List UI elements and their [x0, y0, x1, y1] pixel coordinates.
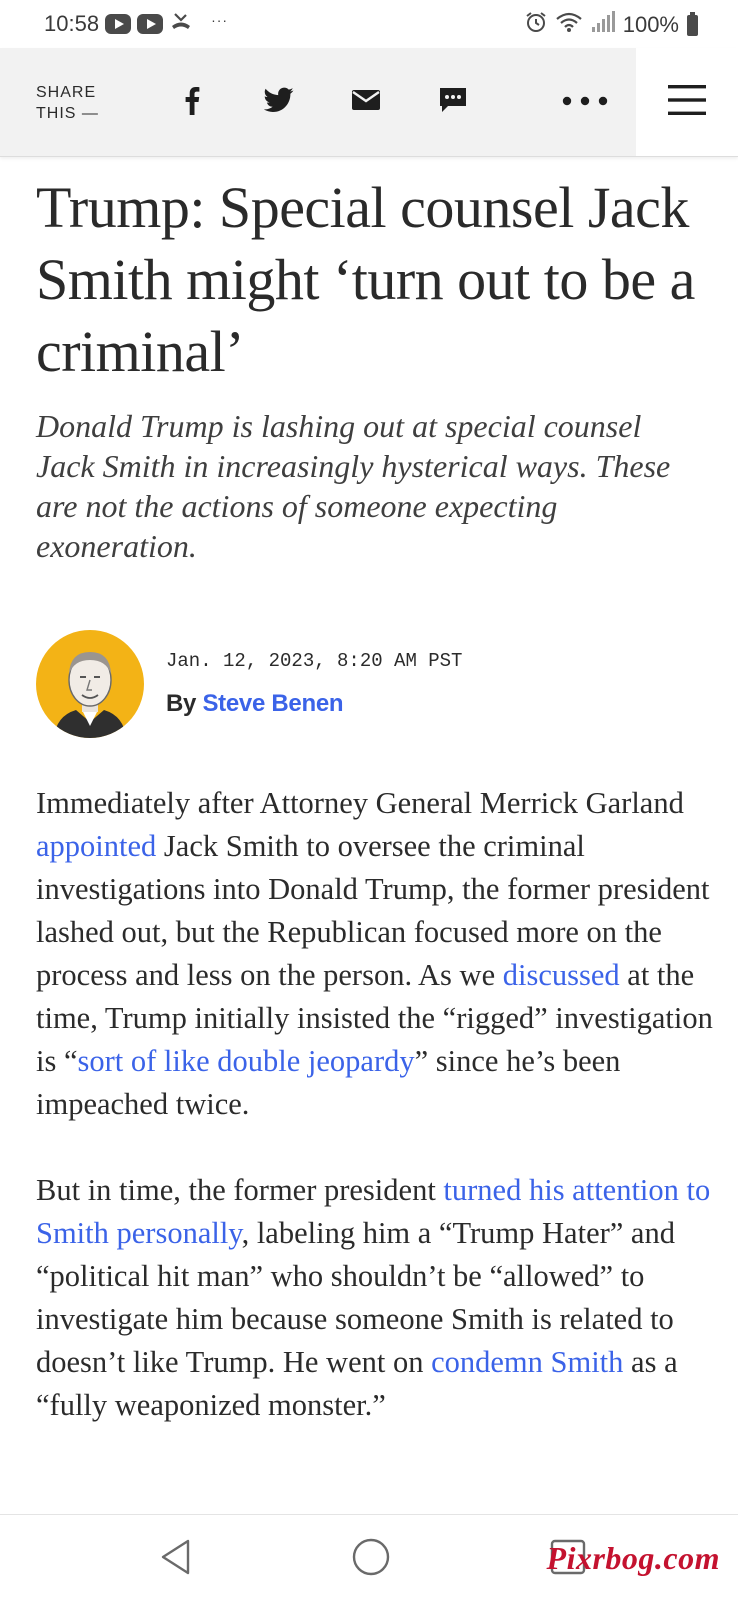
missed-call-icon — [169, 11, 193, 37]
signal-icon — [591, 11, 615, 39]
facebook-share-button[interactable] — [172, 82, 212, 122]
battery-percent: 100% — [622, 12, 679, 37]
email-icon — [351, 89, 381, 116]
share-this-label: SHARE THIS — — [36, 82, 126, 124]
author-line: By Steve Benen — [166, 690, 344, 718]
status-bar: 10:58 ··· 100% — [0, 0, 738, 48]
email-share-button[interactable] — [346, 82, 386, 122]
back-button[interactable] — [152, 1535, 200, 1583]
twitter-share-button[interactable] — [259, 82, 299, 122]
youtube-icon — [137, 14, 164, 34]
article-timestamp: Jan. 12, 2023, 8:20 AM PST — [166, 650, 463, 672]
facebook-icon — [183, 85, 201, 120]
status-time: 10:58 — [44, 11, 100, 36]
alarm-icon — [525, 11, 547, 39]
notification-more-icon: ··· — [211, 12, 229, 28]
article-dek: Donald Trump is lashing out at special c… — [36, 408, 671, 564]
author-avatar[interactable] — [36, 630, 144, 738]
menu-button[interactable] — [636, 48, 738, 156]
author-link[interactable]: Steve Benen — [202, 690, 343, 717]
menu-icon — [668, 84, 706, 121]
link-discussed[interactable]: discussed — [503, 958, 620, 992]
p2-text-1: But in time, the former president — [36, 1173, 444, 1207]
link-condemn-smith[interactable]: condemn Smith — [431, 1345, 623, 1379]
article-body: Immediately after Attorney General Merri… — [36, 782, 716, 1470]
article-headline: Trump: Special counsel Jack Smith might … — [36, 175, 695, 384]
status-left: 10:58 ··· — [44, 11, 228, 37]
status-right: 100% — [525, 11, 698, 39]
paragraph-1: Immediately after Attorney General Merri… — [36, 782, 716, 1126]
sms-icon — [438, 85, 468, 120]
more-icon — [562, 93, 608, 111]
by-prefix: By — [166, 690, 197, 717]
sms-share-button[interactable] — [433, 82, 473, 122]
link-double-jeopardy[interactable]: sort of like double jeopardy — [78, 1044, 415, 1078]
twitter-icon — [263, 87, 294, 118]
share-label-line1: SHARE — [36, 84, 97, 101]
wifi-icon — [555, 11, 583, 39]
byline: Jan. 12, 2023, 8:20 AM PST By Steve Bene… — [36, 630, 696, 740]
link-appointed[interactable]: appointed — [36, 829, 156, 863]
watermark-text: Pixrbog.com — [546, 1540, 720, 1576]
home-button[interactable] — [347, 1535, 395, 1583]
back-icon — [158, 1538, 194, 1581]
home-icon — [351, 1537, 391, 1582]
p1-text-1: Immediately after Attorney General Merri… — [36, 786, 684, 820]
battery-icon — [687, 11, 698, 36]
share-bar: SHARE THIS — — [0, 48, 738, 157]
youtube-icon — [105, 14, 132, 34]
paragraph-2: But in time, the former president turned… — [36, 1169, 716, 1427]
more-share-button[interactable] — [560, 82, 610, 122]
share-label-line2: THIS — — [36, 105, 99, 122]
